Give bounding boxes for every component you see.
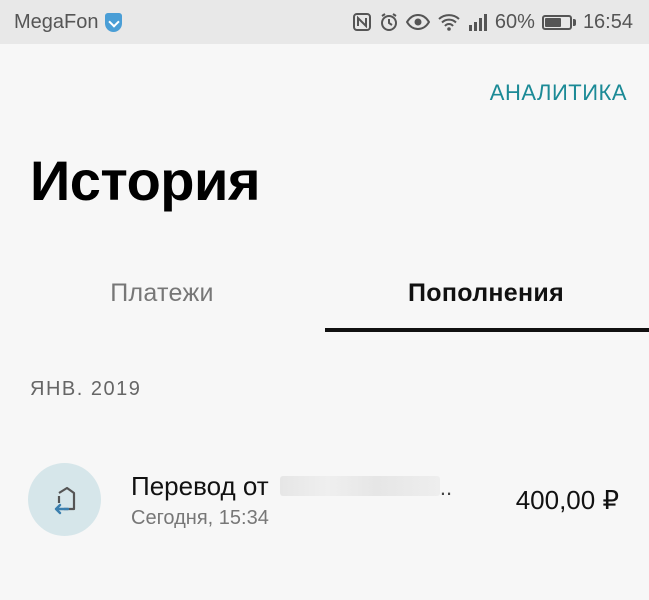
operation-ellipsis: .. <box>439 475 453 500</box>
tab-topups[interactable]: Пополнения <box>324 255 648 331</box>
operation-date: Сегодня, 15:34 <box>131 507 269 529</box>
operation-row[interactable]: Перевод от .. Сегодня, 15:34 400,00 ₽ <box>0 455 649 545</box>
incoming-transfer-icon <box>28 463 101 536</box>
tab-payments[interactable]: Платежи <box>0 255 324 331</box>
battery-icon <box>541 14 576 30</box>
status-bar-left: MegaFon <box>14 11 122 34</box>
status-bar: MegaFon 60% 16:54 <box>0 0 649 44</box>
operation-title-text: Перевод от <box>131 471 269 501</box>
tab-bar: Платежи Пополнения <box>0 255 649 333</box>
battery-percent: 60% <box>494 10 535 33</box>
operation-amount: 400,00 ₽ <box>515 485 619 515</box>
alarm-icon <box>380 13 397 31</box>
analytics-button[interactable]: АНАЛИТИКА <box>490 80 627 106</box>
active-tab-indicator <box>325 328 649 332</box>
wifi-icon <box>438 14 460 31</box>
carrier-name: MegaFon <box>14 10 99 33</box>
transfer-arrow-icon <box>54 486 75 514</box>
shield-icon <box>104 12 122 32</box>
status-bar-right: 60% 16:54 <box>352 11 633 34</box>
eye-icon <box>405 13 430 31</box>
clock: 16:54 <box>582 10 633 33</box>
redacted-sender <box>279 476 440 497</box>
page-title: История <box>30 149 261 212</box>
operation-title: Перевод от .. <box>131 471 452 502</box>
month-header: ЯНВ. 2019 <box>30 378 142 400</box>
nfc-icon <box>352 13 371 31</box>
signal-icon <box>468 14 487 31</box>
